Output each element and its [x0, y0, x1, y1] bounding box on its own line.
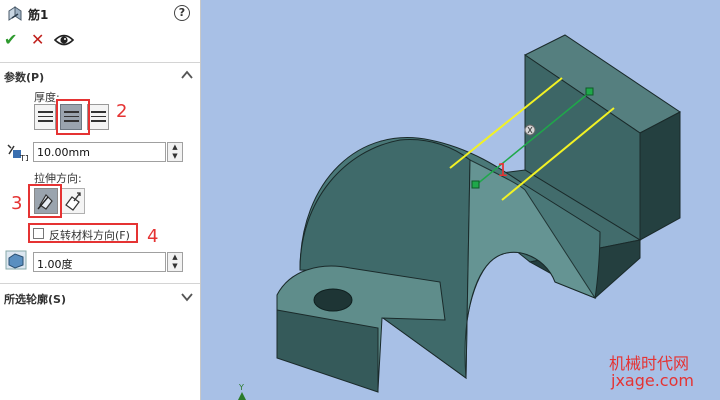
chevron-down-icon[interactable]	[180, 290, 194, 304]
thickness-other-side-button[interactable]	[87, 104, 109, 130]
params-section-header[interactable]: 参数(P)	[4, 69, 44, 85]
watermark-url: jxage.com	[611, 371, 694, 390]
annotation-4: 4	[147, 226, 159, 247]
triad-y-arrow-icon	[238, 392, 246, 400]
annotation-1: 1	[497, 160, 508, 181]
rib-feature-icon	[8, 6, 22, 21]
annotation-3: 3	[11, 193, 23, 214]
chevron-up-icon[interactable]	[180, 68, 194, 82]
sketch-endpoint-start[interactable]	[471, 180, 480, 189]
model-canvas: 1 Y	[238, 34, 681, 400]
eye-icon[interactable]	[54, 32, 74, 48]
draft-icon[interactable]	[5, 250, 27, 270]
wall-side-face	[639, 111, 681, 241]
divider	[0, 62, 200, 63]
thickness-icon: T1	[7, 144, 28, 162]
triad-y-label: Y	[238, 383, 244, 392]
highlight-box-2	[56, 99, 90, 135]
close-icon[interactable]: ✕	[31, 30, 44, 49]
normal-direction-icon	[65, 192, 81, 211]
help-icon[interactable]: ?	[174, 5, 190, 21]
sketch-endpoint-end[interactable]	[585, 87, 594, 96]
highlight-box-4	[28, 223, 138, 243]
thickness-input[interactable]: 10.00mm	[33, 142, 166, 162]
thickness-spinner[interactable]: ▲ ▼	[167, 142, 183, 162]
feature-title: 筋1	[28, 8, 49, 22]
draft-angle-input[interactable]: 1.00度	[33, 252, 166, 272]
graphics-viewport[interactable]: 1 Y 机械时代网 jxage.com	[201, 0, 720, 400]
feature-title-bar: 筋1 ?	[0, 0, 200, 28]
lug-hole	[313, 288, 353, 312]
annotation-2: 2	[116, 101, 128, 122]
check-icon[interactable]: ✔	[4, 30, 17, 49]
draft-angle-spinner[interactable]: ▲ ▼	[167, 252, 183, 272]
action-bar: ✔ ✕	[0, 30, 200, 52]
normal-to-sketch-button[interactable]	[61, 188, 85, 214]
divider	[0, 283, 200, 284]
highlight-box-3	[28, 184, 62, 218]
thickness-one-side-button[interactable]	[34, 104, 56, 130]
property-manager: 筋1 ? ✔ ✕ 参数(P) 厚度: 2 T1 10.00mm ▲ ▼ 拉伸方向:	[0, 0, 201, 400]
profiles-section-header[interactable]: 所选轮廓(S)	[4, 291, 66, 307]
svg-text:T1: T1	[19, 154, 28, 162]
